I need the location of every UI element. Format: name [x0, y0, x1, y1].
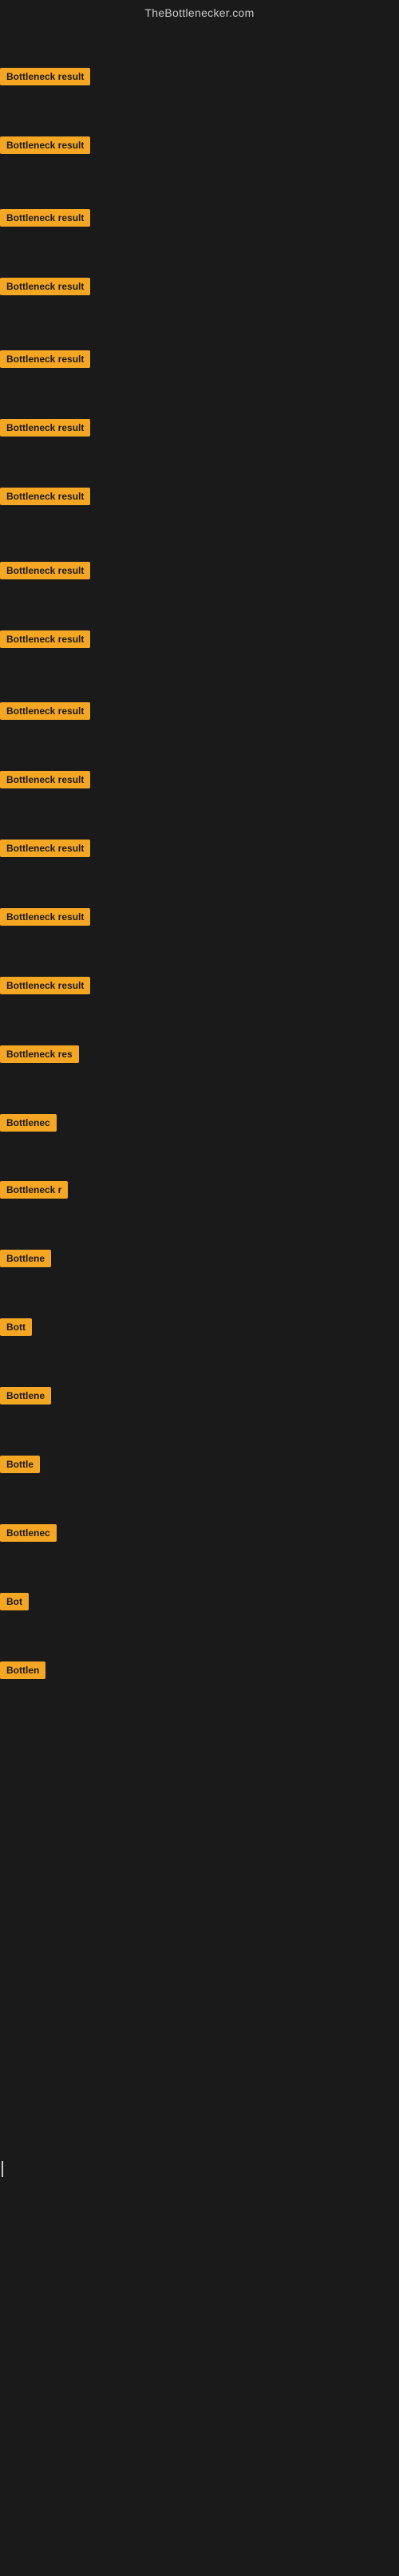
bottleneck-badge-22[interactable]: Bottlenec	[0, 1524, 57, 1542]
bottleneck-badge-11[interactable]: Bottleneck result	[0, 771, 90, 788]
bottleneck-badge-14[interactable]: Bottleneck result	[0, 977, 90, 994]
badge-row-18: Bottlene	[0, 1250, 51, 1271]
badge-row-15: Bottleneck res	[0, 1045, 79, 1067]
badge-row-11: Bottleneck result	[0, 771, 90, 792]
bottleneck-badge-16[interactable]: Bottlenec	[0, 1114, 57, 1132]
badge-row-19: Bott	[0, 1318, 32, 1340]
bottleneck-badge-21[interactable]: Bottle	[0, 1456, 40, 1473]
bottleneck-badge-24[interactable]: Bottlen	[0, 1661, 45, 1679]
badge-row-5: Bottleneck result	[0, 350, 90, 372]
bottleneck-badge-17[interactable]: Bottleneck r	[0, 1181, 68, 1199]
badge-row-14: Bottleneck result	[0, 977, 90, 998]
bottleneck-badge-19[interactable]: Bott	[0, 1318, 32, 1336]
badge-row-21: Bottle	[0, 1456, 40, 1477]
badge-row-6: Bottleneck result	[0, 419, 90, 441]
badge-row-9: Bottleneck result	[0, 630, 90, 652]
bottleneck-badge-10[interactable]: Bottleneck result	[0, 702, 90, 720]
bottleneck-badge-8[interactable]: Bottleneck result	[0, 562, 90, 579]
bottleneck-badge-4[interactable]: Bottleneck result	[0, 278, 90, 295]
badge-row-1: Bottleneck result	[0, 68, 90, 89]
bottleneck-badge-5[interactable]: Bottleneck result	[0, 350, 90, 368]
bottleneck-badge-2[interactable]: Bottleneck result	[0, 136, 90, 154]
bottleneck-badge-7[interactable]: Bottleneck result	[0, 488, 90, 505]
bottleneck-badge-18[interactable]: Bottlene	[0, 1250, 51, 1267]
badge-row-10: Bottleneck result	[0, 702, 90, 724]
badge-row-8: Bottleneck result	[0, 562, 90, 583]
badge-row-23: Bot	[0, 1593, 29, 1614]
bottleneck-badge-1[interactable]: Bottleneck result	[0, 68, 90, 85]
badge-row-7: Bottleneck result	[0, 488, 90, 509]
text-cursor	[2, 2161, 3, 2177]
badge-row-13: Bottleneck result	[0, 908, 90, 930]
bottleneck-badge-3[interactable]: Bottleneck result	[0, 209, 90, 227]
badge-row-2: Bottleneck result	[0, 136, 90, 158]
bottleneck-badge-9[interactable]: Bottleneck result	[0, 630, 90, 648]
site-title: TheBottlenecker.com	[0, 0, 399, 22]
badge-row-24: Bottlen	[0, 1661, 45, 1683]
badge-row-16: Bottlenec	[0, 1114, 57, 1136]
badge-row-20: Bottlene	[0, 1387, 51, 1409]
bottleneck-badge-15[interactable]: Bottleneck res	[0, 1045, 79, 1063]
badge-row-17: Bottleneck r	[0, 1181, 68, 1203]
bottleneck-badge-23[interactable]: Bot	[0, 1593, 29, 1610]
badge-row-22: Bottlenec	[0, 1524, 57, 1546]
bottleneck-badge-6[interactable]: Bottleneck result	[0, 419, 90, 437]
bottleneck-badge-12[interactable]: Bottleneck result	[0, 840, 90, 857]
badge-row-4: Bottleneck result	[0, 278, 90, 299]
bottleneck-badge-20[interactable]: Bottlene	[0, 1387, 51, 1405]
badge-row-12: Bottleneck result	[0, 840, 90, 861]
badge-row-3: Bottleneck result	[0, 209, 90, 231]
bottleneck-badge-13[interactable]: Bottleneck result	[0, 908, 90, 926]
